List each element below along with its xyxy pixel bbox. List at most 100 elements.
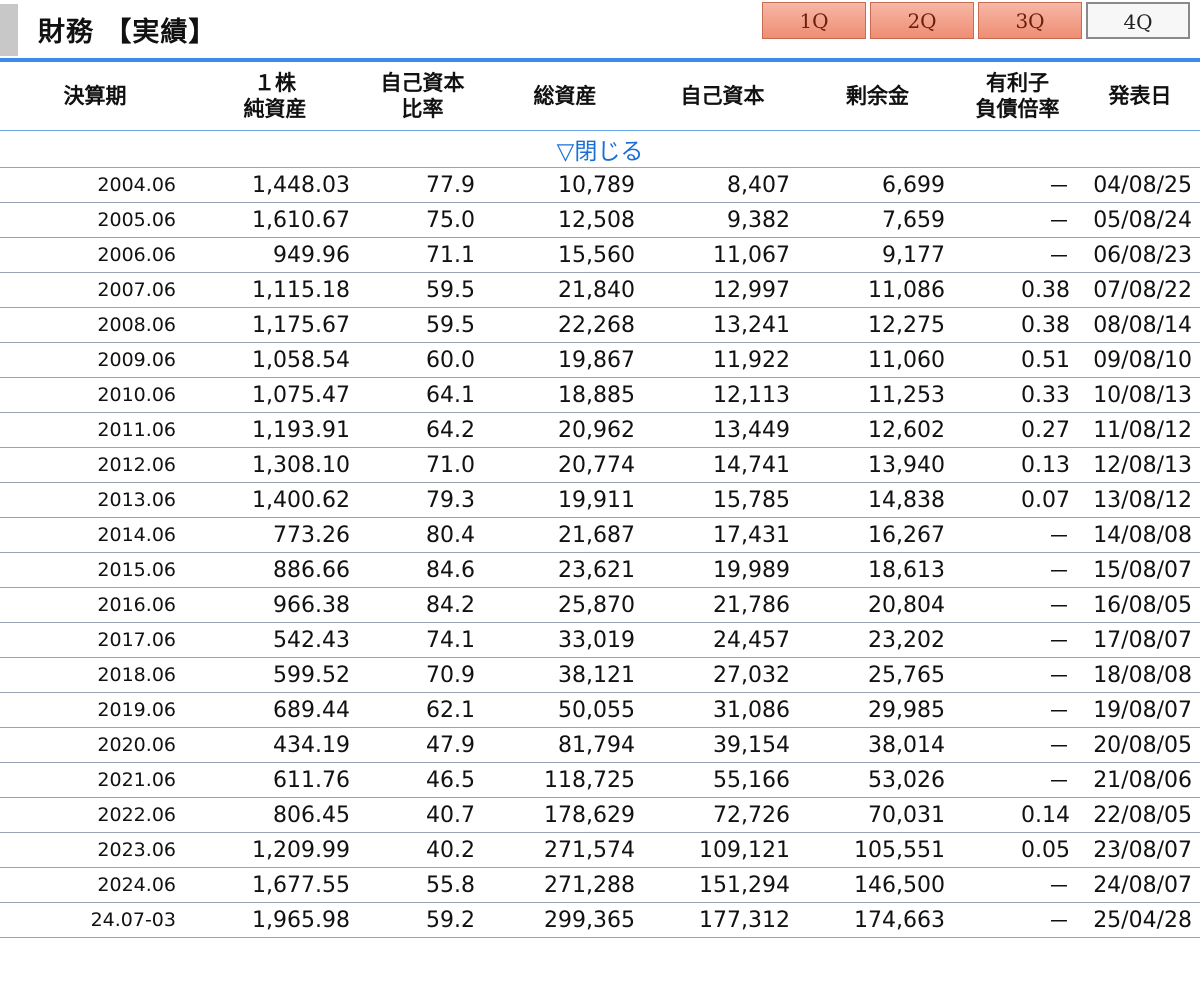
retained-earnings-cell: 12,602 [800, 412, 955, 448]
announce-date-cell: 08/08/14 [1080, 307, 1200, 343]
announce-date-cell: 06/08/23 [1080, 237, 1200, 273]
equity-ratio-cell: 59.5 [360, 307, 485, 343]
table-row: 2005.06 1,610.67 75.0 12,508 9,382 7,659 － 05/0… [0, 202, 1200, 238]
equity-ratio-cell: 84.2 [360, 587, 485, 623]
table-row: 2009.06 1,058.54 60.0 19,867 11,922 11,060 0.5… [0, 342, 1200, 378]
equity-cell: 109,121 [645, 832, 800, 868]
bps-cell: 1,448.03 [190, 167, 360, 203]
equity-ratio-cell: 40.7 [360, 797, 485, 833]
total-assets-cell: 23,621 [485, 552, 645, 588]
debt-ratio-cell: 0.13 [955, 447, 1080, 483]
total-assets-cell: 271,574 [485, 832, 645, 868]
bps-cell: 773.26 [190, 517, 360, 553]
bps-cell: 1,115.18 [190, 272, 360, 308]
equity-cell: 39,154 [645, 727, 800, 763]
equity-ratio-cell: 70.9 [360, 657, 485, 693]
tab-1q[interactable]: 1Q [762, 2, 866, 39]
col-header-debt-ratio: 有利子 負債倍率 [955, 62, 1080, 131]
table-row: 24.07-03 1,965.98 59.2 299,365 177,312 174,66… [0, 902, 1200, 938]
period-cell: 24.07-03 [0, 902, 190, 938]
total-assets-cell: 178,629 [485, 797, 645, 833]
tab-2q[interactable]: 2Q [870, 2, 974, 39]
equity-cell: 24,457 [645, 622, 800, 658]
bps-cell: 1,308.10 [190, 447, 360, 483]
announce-date-cell: 12/08/13 [1080, 447, 1200, 483]
total-assets-cell: 22,268 [485, 307, 645, 343]
total-assets-cell: 15,560 [485, 237, 645, 273]
equity-ratio-cell: 75.0 [360, 202, 485, 238]
retained-earnings-cell: 146,500 [800, 867, 955, 903]
period-cell: 2009.06 [0, 342, 190, 378]
period-cell: 2004.06 [0, 167, 190, 203]
equity-cell: 12,113 [645, 377, 800, 413]
debt-ratio-cell: 0.27 [955, 412, 1080, 448]
announce-date-cell: 24/08/07 [1080, 867, 1200, 903]
total-assets-cell: 18,885 [485, 377, 645, 413]
retained-earnings-cell: 20,804 [800, 587, 955, 623]
announce-date-cell: 21/08/06 [1080, 762, 1200, 798]
retained-earnings-cell: 53,026 [800, 762, 955, 798]
total-assets-cell: 21,687 [485, 517, 645, 553]
announce-date-cell: 18/08/08 [1080, 657, 1200, 693]
announce-date-cell: 25/04/28 [1080, 902, 1200, 938]
debt-ratio-cell: － [955, 202, 1080, 238]
total-assets-cell: 33,019 [485, 622, 645, 658]
announce-date-cell: 05/08/24 [1080, 202, 1200, 238]
equity-ratio-cell: 46.5 [360, 762, 485, 798]
announce-date-cell: 07/08/22 [1080, 272, 1200, 308]
table-row: 2019.06 689.44 62.1 50,055 31,086 29,985 － 19/0… [0, 692, 1200, 728]
table-row: 2013.06 1,400.62 79.3 19,911 15,785 14,838 0.0… [0, 482, 1200, 518]
debt-ratio-cell: 0.07 [955, 482, 1080, 518]
period-cell: 2014.06 [0, 517, 190, 553]
bps-cell: 1,965.98 [190, 902, 360, 938]
equity-ratio-cell: 64.1 [360, 377, 485, 413]
retained-earnings-cell: 16,267 [800, 517, 955, 553]
bps-cell: 1,209.99 [190, 832, 360, 868]
equity-cell: 72,726 [645, 797, 800, 833]
tab-4q[interactable]: 4Q [1086, 2, 1190, 39]
bps-cell: 1,677.55 [190, 867, 360, 903]
retained-earnings-cell: 9,177 [800, 237, 955, 273]
announce-date-cell: 23/08/07 [1080, 832, 1200, 868]
announce-date-cell: 04/08/25 [1080, 167, 1200, 203]
announce-date-cell: 13/08/12 [1080, 482, 1200, 518]
bps-cell: 1,400.62 [190, 482, 360, 518]
collapse-link[interactable]: ▽閉じる [557, 139, 644, 165]
equity-cell: 177,312 [645, 902, 800, 938]
debt-ratio-cell: － [955, 622, 1080, 658]
equity-cell: 19,989 [645, 552, 800, 588]
tab-3q[interactable]: 3Q [978, 2, 1082, 39]
debt-ratio-cell: － [955, 552, 1080, 588]
bps-cell: 434.19 [190, 727, 360, 763]
table-row: 2011.06 1,193.91 64.2 20,962 13,449 12,602 0.2… [0, 412, 1200, 448]
debt-ratio-cell: 0.05 [955, 832, 1080, 868]
table-row: 2022.06 806.45 40.7 178,629 72,726 70,031 0.14… [0, 797, 1200, 833]
equity-cell: 15,785 [645, 482, 800, 518]
equity-ratio-cell: 59.5 [360, 272, 485, 308]
col-header-equity-ratio: 自己資本 比率 [360, 62, 485, 131]
equity-ratio-cell: 71.1 [360, 237, 485, 273]
col-header-retained-earnings: 剰余金 [800, 62, 955, 131]
total-assets-cell: 81,794 [485, 727, 645, 763]
equity-cell: 13,241 [645, 307, 800, 343]
debt-ratio-cell: － [955, 727, 1080, 763]
equity-ratio-cell: 55.8 [360, 867, 485, 903]
retained-earnings-cell: 25,765 [800, 657, 955, 693]
announce-date-cell: 09/08/10 [1080, 342, 1200, 378]
equity-ratio-cell: 77.9 [360, 167, 485, 203]
equity-cell: 21,786 [645, 587, 800, 623]
equity-ratio-cell: 62.1 [360, 692, 485, 728]
col-header-period: 決算期 [0, 62, 190, 131]
header-accent-bar [0, 4, 18, 56]
equity-ratio-cell: 74.1 [360, 622, 485, 658]
debt-ratio-cell: 0.33 [955, 377, 1080, 413]
equity-cell: 12,997 [645, 272, 800, 308]
retained-earnings-cell: 12,275 [800, 307, 955, 343]
debt-ratio-cell: 0.14 [955, 797, 1080, 833]
equity-cell: 9,382 [645, 202, 800, 238]
retained-earnings-cell: 6,699 [800, 167, 955, 203]
table-row: 2006.06 949.96 71.1 15,560 11,067 9,177 － 06/08… [0, 237, 1200, 273]
retained-earnings-cell: 38,014 [800, 727, 955, 763]
retained-earnings-cell: 11,060 [800, 342, 955, 378]
period-cell: 2013.06 [0, 482, 190, 518]
